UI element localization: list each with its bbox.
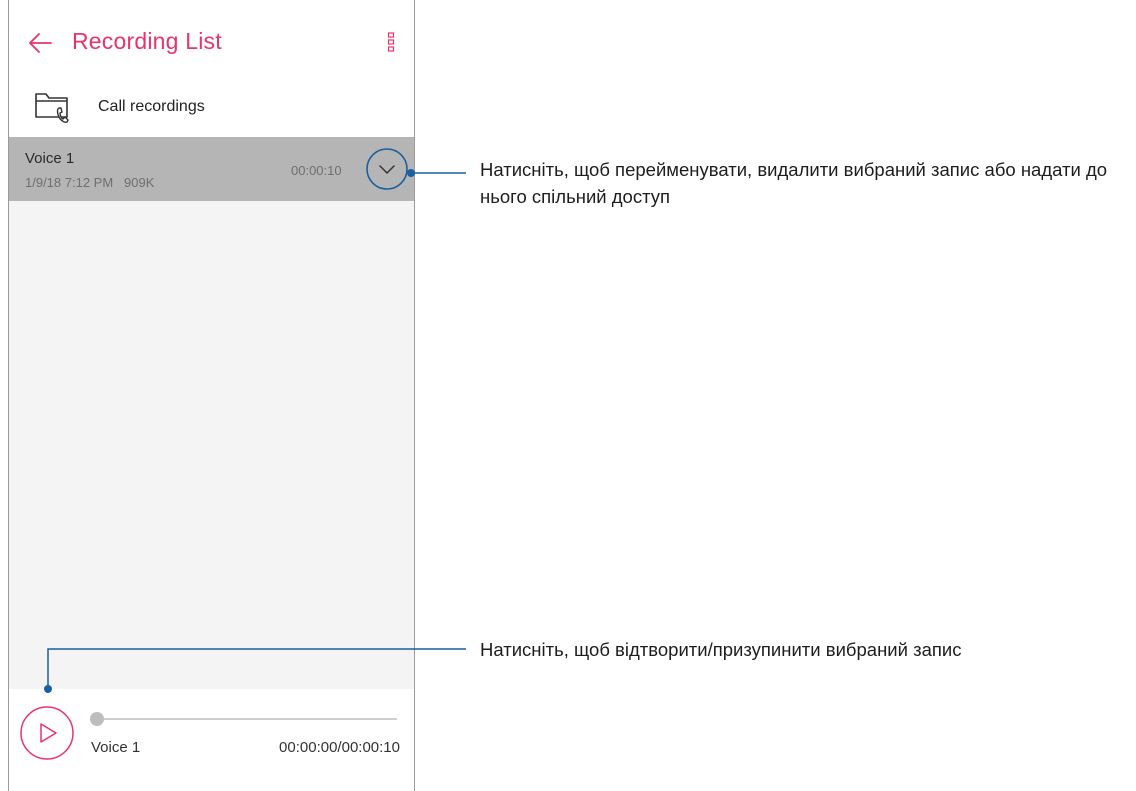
play-icon	[20, 706, 74, 760]
play-pause-button[interactable]	[19, 705, 75, 761]
recording-meta: 1/9/18 7:12 PM 909K	[25, 175, 155, 190]
annotation-play: Натисніть, щоб відтворити/призупинити ви…	[480, 639, 962, 660]
arrow-left-icon	[29, 33, 52, 53]
seek-track[interactable]	[96, 718, 397, 720]
annotation-options: Натисніть, щоб перейменувати, видалити в…	[480, 159, 1108, 207]
list-item[interactable]: Voice 1 1/9/18 7:12 PM 909K 00:00:10	[9, 137, 414, 201]
expand-options-button[interactable]	[365, 147, 409, 191]
more-options-button[interactable]	[387, 32, 395, 52]
folder-label: Call recordings	[98, 98, 205, 115]
page-title: Recording List	[72, 28, 222, 54]
more-vert-icon	[387, 32, 395, 52]
phone-screen: Recording List Call recordings Voice 1 1…	[8, 0, 415, 791]
back-button[interactable]	[27, 31, 53, 55]
seek-thumb[interactable]	[90, 712, 104, 726]
recording-list: Voice 1 1/9/18 7:12 PM 909K 00:00:10	[9, 137, 414, 689]
player-recording-name: Voice 1	[91, 739, 141, 756]
chevron-down-icon	[366, 148, 408, 190]
player-bar: Voice 1 00:00:00/00:00:10	[9, 689, 414, 791]
recording-name: Voice 1	[25, 150, 75, 167]
player-time: 00:00:00/00:00:10	[279, 739, 400, 756]
folder-call-recordings[interactable]: Call recordings	[9, 84, 414, 136]
recording-duration: 00:00:10	[291, 163, 342, 178]
call-folder-icon	[35, 93, 69, 123]
app-bar: Recording List	[9, 0, 414, 84]
